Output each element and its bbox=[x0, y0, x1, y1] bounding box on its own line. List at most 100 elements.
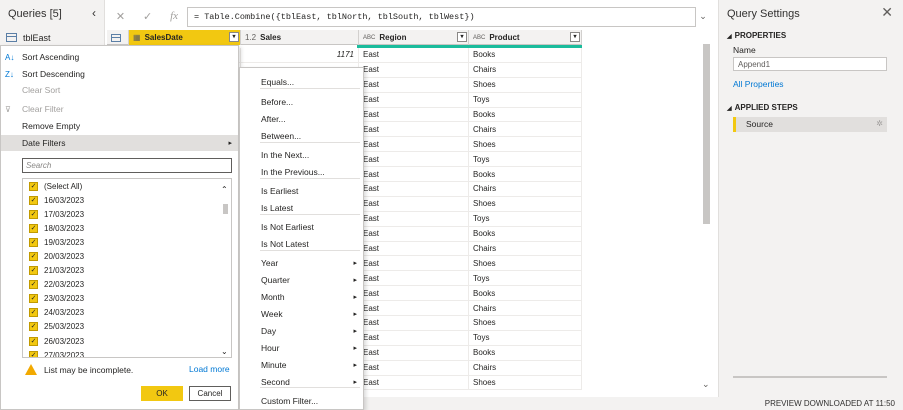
applied-steps-section[interactable]: ◢ APPLIED STEPS bbox=[727, 103, 798, 112]
cancel-button[interactable]: Cancel bbox=[189, 386, 231, 401]
region-cell[interactable]: East bbox=[359, 107, 469, 122]
date-filter-option[interactable]: Year ▸ bbox=[240, 255, 363, 271]
checkbox-checked-icon[interactable]: ✓ bbox=[29, 336, 38, 346]
date-filter-option[interactable]: Week ▸ bbox=[240, 306, 363, 322]
checkbox-checked-icon[interactable]: ✓ bbox=[29, 294, 38, 304]
date-filter-option[interactable]: Quarter ▸ bbox=[240, 272, 363, 288]
date-filter-option[interactable]: Day ▸ bbox=[240, 323, 363, 339]
remove-empty-item[interactable]: Remove Empty bbox=[1, 118, 238, 134]
region-cell[interactable]: East bbox=[359, 330, 469, 345]
filter-value-item[interactable]: ✓ 27/03/2023 bbox=[23, 348, 231, 357]
date-filter-option[interactable]: In the Previous... bbox=[240, 164, 363, 180]
product-cell[interactable]: Chairs bbox=[469, 360, 582, 375]
region-cell[interactable]: East bbox=[359, 62, 469, 77]
filter-dropdown-icon[interactable]: ▾ bbox=[570, 32, 580, 42]
checkbox-checked-icon[interactable]: ✓ bbox=[29, 280, 38, 290]
date-filter-option[interactable]: In the Next... bbox=[240, 147, 363, 163]
product-cell[interactable]: Books bbox=[469, 48, 582, 62]
checkbox-checked-icon[interactable]: ✓ bbox=[29, 195, 38, 205]
filter-value-item[interactable]: ✓ 16/03/2023 bbox=[23, 193, 231, 207]
region-cell[interactable]: East bbox=[359, 241, 469, 256]
product-cell[interactable]: Toys bbox=[469, 92, 582, 107]
product-cell[interactable]: Shoes bbox=[469, 137, 582, 152]
region-cell[interactable]: East bbox=[359, 211, 469, 226]
steps-scrollbar[interactable] bbox=[733, 376, 887, 378]
ok-button[interactable]: OK bbox=[141, 386, 183, 401]
date-filters-item[interactable]: Date Filters ▸ bbox=[1, 135, 238, 151]
product-cell[interactable]: Toys bbox=[469, 152, 582, 167]
product-cell[interactable]: Shoes bbox=[469, 316, 582, 330]
checkbox-checked-icon[interactable]: ✓ bbox=[29, 209, 38, 219]
list-scrollbar[interactable]: ⌃ ⌄ bbox=[220, 179, 231, 357]
grid-vertical-scrollbar[interactable]: ⌄ bbox=[700, 30, 712, 390]
product-cell[interactable]: Toys bbox=[469, 211, 582, 226]
checkbox-checked-icon[interactable]: ✓ bbox=[29, 350, 38, 357]
date-filter-option[interactable]: Custom Filter... bbox=[240, 393, 363, 409]
filter-value-item[interactable]: ✓ 22/03/2023 bbox=[23, 278, 231, 292]
product-cell[interactable]: Chairs bbox=[469, 241, 582, 256]
region-cell[interactable]: East bbox=[359, 316, 469, 330]
filter-value-item[interactable]: ✓ 17/03/2023 bbox=[23, 207, 231, 221]
fx-icon[interactable]: fx bbox=[170, 10, 178, 23]
region-cell[interactable]: East bbox=[359, 48, 469, 62]
date-filter-option[interactable]: Is Not Earliest bbox=[240, 219, 363, 235]
date-filter-option[interactable]: Is Not Latest bbox=[240, 236, 363, 252]
date-type-icon[interactable]: ▦ bbox=[133, 33, 141, 42]
column-header-salesdate[interactable]: ▦ SalesDate ▾ bbox=[129, 30, 241, 45]
filter-dropdown-icon[interactable]: ▾ bbox=[229, 32, 239, 42]
filter-value-item[interactable]: ✓ 20/03/2023 bbox=[23, 249, 231, 263]
filter-value-item[interactable]: ✓ 21/03/2023 bbox=[23, 264, 231, 278]
checkbox-checked-icon[interactable]: ✓ bbox=[29, 237, 38, 247]
region-cell[interactable]: East bbox=[359, 256, 469, 271]
region-cell[interactable]: East bbox=[359, 167, 469, 182]
filter-value-item[interactable]: ✓ (Select All) bbox=[23, 179, 231, 193]
product-cell[interactable]: Toys bbox=[469, 271, 582, 286]
region-cell[interactable]: East bbox=[359, 196, 469, 211]
region-cell[interactable]: East bbox=[359, 137, 469, 152]
date-filter-option[interactable]: After... bbox=[240, 111, 363, 127]
collapse-queries-icon[interactable]: ‹ bbox=[92, 6, 96, 20]
product-cell[interactable]: Chairs bbox=[469, 301, 582, 316]
column-header-sales[interactable]: 1.2 Sales bbox=[241, 30, 359, 45]
product-cell[interactable]: Shoes bbox=[469, 196, 582, 211]
close-icon[interactable]: ✕ bbox=[881, 4, 893, 21]
date-filter-option[interactable]: Between... bbox=[240, 128, 363, 144]
filter-value-item[interactable]: ✓ 18/03/2023 bbox=[23, 221, 231, 235]
date-filter-option[interactable]: Second ▸ bbox=[240, 374, 363, 390]
region-cell[interactable]: East bbox=[359, 92, 469, 107]
product-cell[interactable]: Books bbox=[469, 226, 582, 241]
clear-sort-item[interactable]: Clear Sort bbox=[1, 82, 238, 98]
region-cell[interactable]: East bbox=[359, 182, 469, 196]
query-item-tbleast[interactable]: tblEast bbox=[0, 29, 105, 46]
column-header-product[interactable]: ABC Product ▾ bbox=[469, 30, 582, 45]
query-name-input[interactable]: Append1 bbox=[733, 57, 887, 71]
clear-filter-item[interactable]: ⊽ Clear Filter bbox=[1, 101, 238, 117]
region-cell[interactable]: East bbox=[359, 345, 469, 360]
sort-descending-item[interactable]: Z↓ Sort Descending bbox=[1, 66, 238, 82]
region-cell[interactable]: East bbox=[359, 271, 469, 286]
product-cell[interactable]: Shoes bbox=[469, 375, 582, 390]
product-cell[interactable]: Books bbox=[469, 345, 582, 360]
date-filter-option[interactable]: Is Latest bbox=[240, 200, 363, 216]
product-cell[interactable]: Books bbox=[469, 167, 582, 182]
text-type-icon[interactable]: ABC bbox=[473, 35, 485, 41]
product-cell[interactable]: Toys bbox=[469, 330, 582, 345]
product-cell[interactable]: Chairs bbox=[469, 122, 582, 137]
checkbox-checked-icon[interactable]: ✓ bbox=[29, 322, 38, 332]
load-more-link[interactable]: Load more bbox=[189, 364, 230, 374]
scroll-up-icon[interactable]: ⌃ bbox=[221, 185, 228, 194]
region-cell[interactable]: East bbox=[359, 77, 469, 92]
filter-value-item[interactable]: ✓ 23/03/2023 bbox=[23, 292, 231, 306]
formula-input[interactable]: = Table.Combine({tblEast, tblNorth, tblS… bbox=[187, 6, 696, 27]
region-cell[interactable]: East bbox=[359, 286, 469, 301]
filter-value-item[interactable]: ✓ 19/03/2023 bbox=[23, 235, 231, 249]
decimal-type-icon[interactable]: 1.2 bbox=[245, 33, 256, 42]
checkbox-checked-icon[interactable]: ✓ bbox=[29, 308, 38, 318]
gear-icon[interactable]: ✲ bbox=[876, 119, 883, 128]
region-cell[interactable]: East bbox=[359, 375, 469, 390]
date-filter-option[interactable]: Equals... bbox=[240, 74, 363, 90]
checkbox-checked-icon[interactable]: ✓ bbox=[29, 223, 38, 233]
product-cell[interactable]: Books bbox=[469, 286, 582, 301]
checkbox-checked-icon[interactable]: ✓ bbox=[29, 252, 38, 262]
region-cell[interactable]: East bbox=[359, 152, 469, 167]
